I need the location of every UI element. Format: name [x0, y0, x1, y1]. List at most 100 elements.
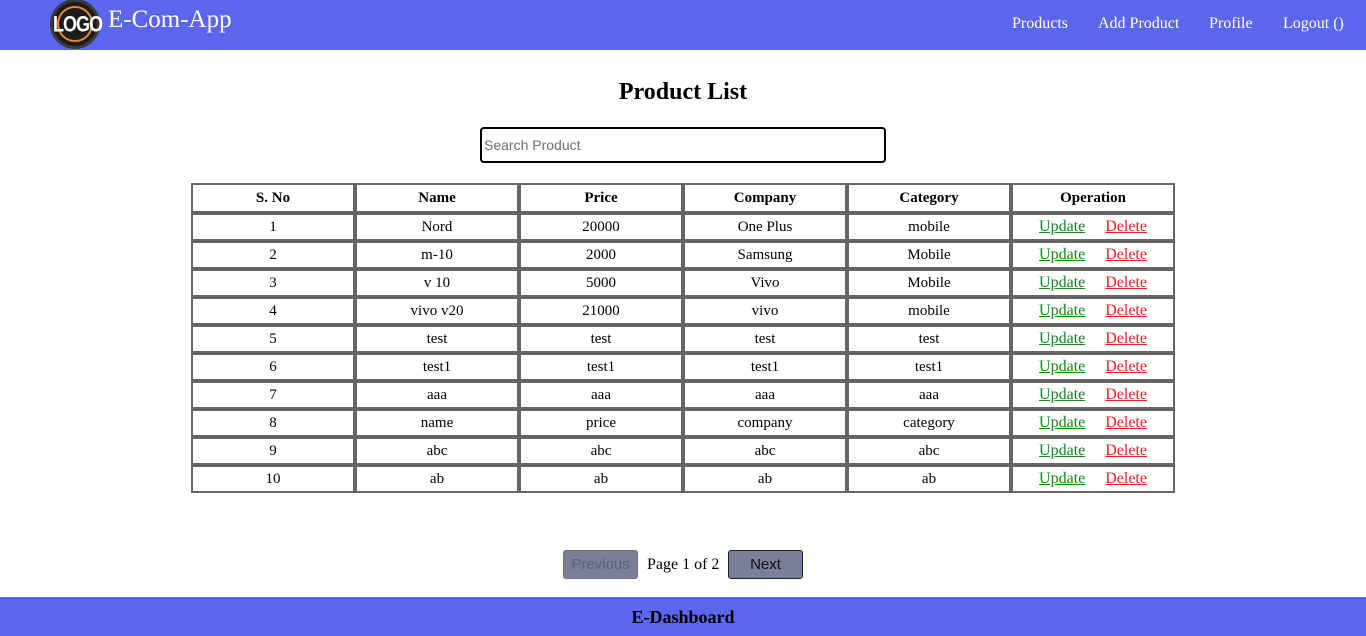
- update-link[interactable]: Update: [1039, 470, 1085, 487]
- table-cell: vivo v20: [355, 297, 519, 325]
- table-cell: 9: [191, 437, 355, 465]
- delete-link[interactable]: Delete: [1105, 442, 1147, 459]
- table-cell: test1: [519, 353, 683, 381]
- table-cell: 3: [191, 269, 355, 297]
- table-cell: 10: [191, 465, 355, 493]
- search-input[interactable]: [480, 127, 886, 163]
- table-cell: ab: [355, 465, 519, 493]
- table-cell: test: [519, 325, 683, 353]
- delete-link[interactable]: Delete: [1105, 358, 1147, 375]
- table-cell: 5: [191, 325, 355, 353]
- update-link[interactable]: Update: [1039, 246, 1085, 263]
- table-cell: 20000: [519, 213, 683, 241]
- table-cell: One Plus: [683, 213, 847, 241]
- nav-add-product[interactable]: Add Product: [1098, 15, 1179, 33]
- column-header: S. No: [191, 183, 355, 213]
- delete-link[interactable]: Delete: [1105, 302, 1147, 319]
- table-cell: test1: [683, 353, 847, 381]
- footer-text: E-Dashboard: [631, 607, 735, 627]
- nav-products[interactable]: Products: [1012, 15, 1068, 33]
- table-cell: mobile: [847, 297, 1011, 325]
- table-cell: Vivo: [683, 269, 847, 297]
- table-cell: 7: [191, 381, 355, 409]
- nav-profile[interactable]: Profile: [1209, 15, 1253, 33]
- update-link[interactable]: Update: [1039, 386, 1085, 403]
- table-cell: aaa: [683, 381, 847, 409]
- next-button[interactable]: Next: [728, 550, 803, 579]
- table-cell: aaa: [847, 381, 1011, 409]
- table-cell: aaa: [355, 381, 519, 409]
- delete-link[interactable]: Delete: [1105, 274, 1147, 291]
- footer: E-Dashboard: [0, 597, 1366, 636]
- update-link[interactable]: Update: [1039, 218, 1085, 235]
- update-link[interactable]: Update: [1039, 358, 1085, 375]
- delete-link[interactable]: Delete: [1105, 470, 1147, 487]
- operation-cell: Update Delete: [1011, 381, 1175, 409]
- nav-logout[interactable]: Logout (): [1283, 15, 1344, 33]
- table-cell: ab: [847, 465, 1011, 493]
- operation-cell: Update Delete: [1011, 297, 1175, 325]
- table-cell: m-10: [355, 241, 519, 269]
- table-cell: abc: [519, 437, 683, 465]
- table-row: 7 aaa aaa aaa aaa Update Delete: [191, 381, 1175, 409]
- table-cell: name: [355, 409, 519, 437]
- operation-cell: Update Delete: [1011, 437, 1175, 465]
- table-row: 5 test test test test Update Delete: [191, 325, 1175, 353]
- table-cell: vivo: [683, 297, 847, 325]
- table-cell: company: [683, 409, 847, 437]
- table-header-row: S. No Name Price Company Category Operat…: [191, 183, 1175, 213]
- operation-cell: Update Delete: [1011, 241, 1175, 269]
- operation-cell: Update Delete: [1011, 353, 1175, 381]
- column-header: Company: [683, 183, 847, 213]
- operation-cell: Update Delete: [1011, 213, 1175, 241]
- table-cell: aaa: [519, 381, 683, 409]
- table-cell: Mobile: [847, 269, 1011, 297]
- update-link[interactable]: Update: [1039, 330, 1085, 347]
- table-cell: category: [847, 409, 1011, 437]
- table-cell: v 10: [355, 269, 519, 297]
- update-link[interactable]: Update: [1039, 414, 1085, 431]
- table-cell: 8: [191, 409, 355, 437]
- pagination: Previous Page 1 of 2 Next: [0, 550, 1366, 580]
- table-row: 10 ab ab ab ab Update Delete: [191, 465, 1175, 493]
- table-cell: Mobile: [847, 241, 1011, 269]
- table-row: 8 name price company category Update Delete: [191, 409, 1175, 437]
- previous-button[interactable]: Previous: [563, 550, 638, 579]
- operation-cell: Update Delete: [1011, 409, 1175, 437]
- table-cell: ab: [519, 465, 683, 493]
- update-link[interactable]: Update: [1039, 274, 1085, 291]
- delete-link[interactable]: Delete: [1105, 246, 1147, 263]
- table-cell: test1: [355, 353, 519, 381]
- table-row: 2 m-10 2000 Samsung Mobile Update Delete: [191, 241, 1175, 269]
- operation-cell: Update Delete: [1011, 465, 1175, 493]
- operation-cell: Update Delete: [1011, 269, 1175, 297]
- operation-cell: Update Delete: [1011, 325, 1175, 353]
- table-row: 1 Nord 20000 One Plus mobile Update Delete: [191, 213, 1175, 241]
- table-cell: 4: [191, 297, 355, 325]
- table-cell: abc: [683, 437, 847, 465]
- table-cell: 1: [191, 213, 355, 241]
- table-cell: 5000: [519, 269, 683, 297]
- delete-link[interactable]: Delete: [1105, 414, 1147, 431]
- update-link[interactable]: Update: [1039, 302, 1085, 319]
- delete-link[interactable]: Delete: [1105, 218, 1147, 235]
- table-cell: abc: [847, 437, 1011, 465]
- column-header: Category: [847, 183, 1011, 213]
- table-row: 6 test1 test1 test1 test1 Update Delete: [191, 353, 1175, 381]
- table-row: 3v 10 5000 Vivo Mobile Update Delete: [191, 269, 1175, 297]
- delete-link[interactable]: Delete: [1105, 386, 1147, 403]
- table-cell: price: [519, 409, 683, 437]
- table-cell: 21000: [519, 297, 683, 325]
- table-cell: mobile: [847, 213, 1011, 241]
- page-title: Product List: [618, 79, 748, 105]
- nav-links: Products Add Product Profile Logout (): [0, 15, 1366, 35]
- table-cell: test: [683, 325, 847, 353]
- delete-link[interactable]: Delete: [1105, 330, 1147, 347]
- update-link[interactable]: Update: [1039, 442, 1085, 459]
- table-cell: 2: [191, 241, 355, 269]
- table-row: 9 abc abc abc abc Update Delete: [191, 437, 1175, 465]
- table-cell: test: [355, 325, 519, 353]
- column-header: Operation: [1011, 183, 1175, 213]
- table-cell: Samsung: [683, 241, 847, 269]
- table-cell: 2000: [519, 241, 683, 269]
